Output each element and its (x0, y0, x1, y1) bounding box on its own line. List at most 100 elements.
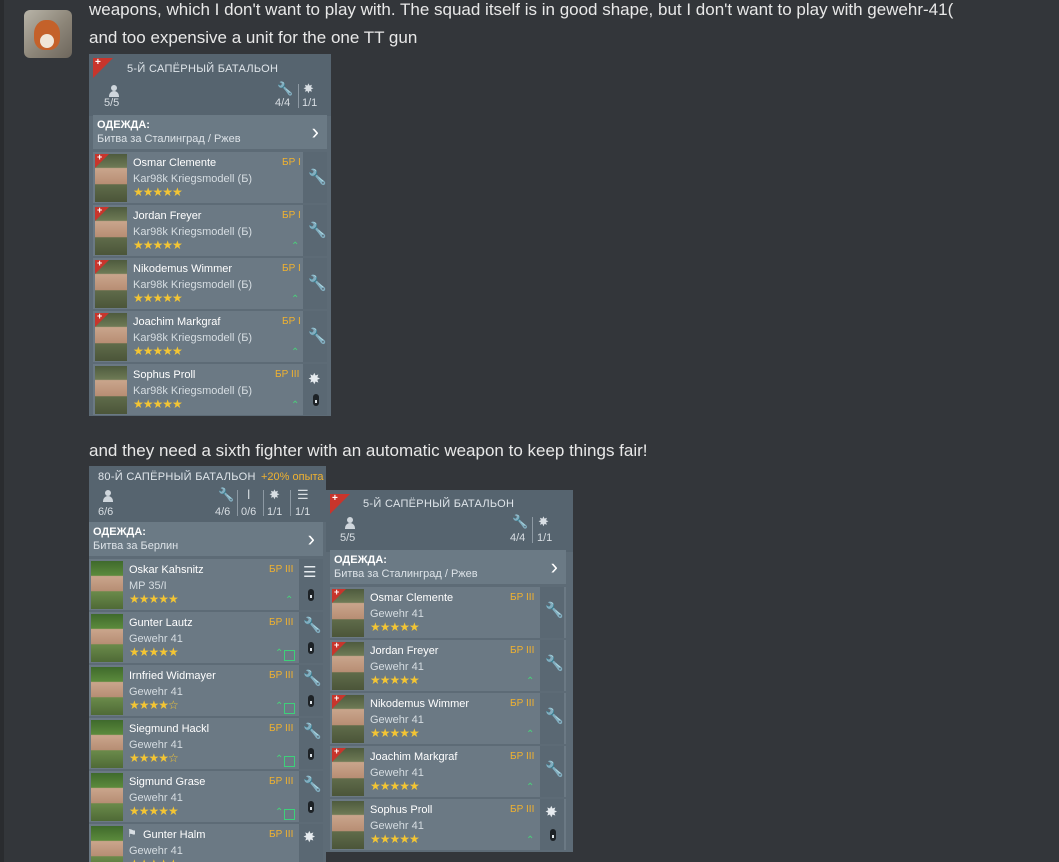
soldier-portrait (91, 773, 123, 821)
soldier-row[interactable]: + Jordan Freyer Kar98k Kriegsmodell (Б) … (93, 205, 327, 256)
squad-name: 80-Й САПЁРНЫЙ БАТАЛЬОН (98, 471, 256, 483)
battle-rating: БР III (269, 617, 294, 628)
soldier-rank-stars: ★★★★★ (370, 726, 420, 740)
soldier-name: Gunter Lautz (129, 617, 193, 629)
squad-screenshot-1[interactable]: + 5-Й САПЁРНЫЙ БАТАЛЬОН 5/5 🔧 4/4 ✸ 1/1 … (89, 54, 331, 416)
wrench-icon: 🔧 (308, 169, 327, 186)
outfit-label: ОДЕЖДА: (334, 554, 387, 566)
flame-icon: ✸ (545, 804, 558, 821)
soldier-row[interactable]: + Nikodemus Wimmer Kar98k Kriegsmodell (… (93, 258, 327, 309)
upgrade-arrow-icon: ⌃ (526, 676, 535, 687)
soldier-name: Osmar Clemente (133, 157, 217, 169)
soldier-weapon: Gewehr 41 (370, 714, 424, 726)
medic-cross-icon: + (334, 587, 340, 597)
soldier-name: Sophus Proll (133, 369, 196, 381)
post-text-line-1: weapons, which I don't want to play with… (89, 0, 954, 19)
soldier-row[interactable]: Oskar Kahsnitz MP 35/I ★★★★★ БР III ⌃ ☰ (89, 559, 323, 610)
outfit-selector[interactable]: ОДЕЖДА: Битва за Сталинград / Ржев › (93, 115, 327, 149)
soldier-row[interactable]: Sigmund Grase Gewehr 41 ★★★★★ БР III ⌃ 🔧 (89, 771, 323, 822)
soldier-name: Jordan Freyer (370, 645, 439, 657)
soldier-weapon: Gewehr 41 (129, 739, 183, 751)
soldier-row[interactable]: + Jordan Freyer Gewehr 41 ★★★★★ БР III ⌃… (330, 640, 566, 691)
wrench-icon: 🔧 (303, 776, 322, 793)
soldier-rank-stars: ★★★★★ (370, 673, 420, 687)
battle-rating: БР I (282, 263, 301, 274)
upgrade-arrow-icon: ⌃ (291, 347, 300, 358)
upgrade-arrow-icon: ⌃ (275, 648, 284, 659)
soldier-row[interactable]: Siegmund Hackl Gewehr 41 ★★★★☆ БР III ⌃ … (89, 718, 323, 769)
soldiers-count: 5/5 (340, 532, 356, 544)
soldier-row[interactable]: Sophus Proll Gewehr 41 ★★★★★ БР III ⌃ ✸ (330, 799, 566, 850)
battle-rating: БР III (269, 723, 294, 734)
upgrade-arrow-icon: ⌃ (291, 400, 300, 411)
soldier-portrait (91, 720, 123, 768)
upgrade-arrow-icon: ⌃ (275, 701, 284, 712)
soldier-rank-stars: ★★★★★ (133, 397, 183, 411)
user-avatar[interactable] (24, 10, 72, 58)
battle-rating: БР III (269, 829, 294, 840)
soldier-weapon: Gewehr 41 (129, 686, 183, 698)
wrench-icon: 🔧 (512, 514, 529, 529)
flame-icon: ✸ (308, 371, 321, 388)
outfit-selector[interactable]: ОДЕЖДА: Битва за Сталинград / Ржев › (330, 550, 566, 584)
soldier-rank-stars: ★★★★☆ (129, 698, 179, 712)
medic-cross-icon: + (334, 746, 340, 756)
upgrade-arrow-icon: ⌃ (275, 807, 284, 818)
soldier-weapon: Gewehr 41 (370, 608, 424, 620)
medic-cross-icon: + (334, 693, 340, 703)
soldier-row[interactable]: + Joachim Markgraf Kar98k Kriegsmodell (… (93, 311, 327, 362)
wrench-icon: 🔧 (308, 328, 327, 345)
soldier-row[interactable]: + Joachim Markgraf Gewehr 41 ★★★★★ БР II… (330, 746, 566, 797)
soldier-row[interactable]: Irnfried Widmayer Gewehr 41 ★★★★☆ БР III… (89, 665, 323, 716)
soldier-rank-stars: ★★★★★ (133, 238, 183, 252)
soldier-name: Sophus Proll (370, 804, 433, 816)
medic-cross-icon: + (334, 640, 340, 650)
soldier-weapon: Kar98k Kriegsmodell (Б) (133, 385, 253, 397)
soldier-rank-stars: ★★★★★ (129, 804, 179, 818)
perk-badge-icon (284, 809, 295, 820)
soldier-portrait (95, 366, 127, 414)
wrench-icon: 🔧 (303, 670, 322, 687)
soldier-row[interactable]: + Osmar Clemente Kar98k Kriegsmodell (Б)… (93, 152, 327, 203)
battle-rating: БР III (510, 698, 535, 709)
soldier-rank-stars: ★★★★★ (129, 592, 179, 606)
soldier-portrait (332, 801, 364, 849)
soldier-row[interactable]: + Nikodemus Wimmer Gewehr 41 ★★★★★ БР II… (330, 693, 566, 744)
squad-screenshot-3[interactable]: + 5-Й САПЁРНЫЙ БАТАЛЬОН 5/5 🔧 4/4 ✸ 1/1 … (326, 490, 573, 852)
chevron-right-icon: › (311, 119, 319, 144)
medic-cross-icon: + (97, 311, 103, 321)
flame-icon: ✸ (538, 514, 549, 529)
squad-header: + 5-Й САПЁРНЫЙ БАТАЛЬОН 5/5 🔧 4/4 ✸ 1/1 (326, 490, 573, 552)
medic-cross-icon: + (97, 152, 103, 162)
outfit-selector[interactable]: ОДЕЖДА: Битва за Берлин › (89, 522, 323, 556)
battle-rating: БР III (510, 645, 535, 656)
left-rail (0, 0, 4, 862)
battle-rating: БР III (269, 564, 294, 575)
perk-badge-icon (284, 650, 295, 661)
machinegunners-count: 0/6 (241, 506, 257, 518)
divider (298, 84, 299, 108)
divider (290, 490, 291, 516)
soldier-name: Oskar Kahsnitz (129, 564, 204, 576)
outfit-label: ОДЕЖДА: (93, 526, 146, 538)
soldier-row[interactable]: Gunter Halm ⚑ Gewehr 41 ★★★★★ БР III ✸ (89, 824, 323, 862)
soldier-name: Osmar Clemente (370, 592, 454, 604)
person-icon (103, 490, 113, 502)
battle-rating: БР III (269, 776, 294, 787)
chevron-right-icon: › (307, 526, 315, 551)
chevron-right-icon: › (550, 554, 558, 579)
soldiers-count: 5/5 (104, 97, 120, 109)
soldier-row[interactable]: Sophus Proll Kar98k Kriegsmodell (Б) ★★★… (93, 364, 327, 415)
perk-badge-icon (284, 703, 295, 714)
ammo-icon (308, 748, 314, 760)
upgrade-arrow-icon: ⌃ (526, 729, 535, 740)
soldier-name: Jordan Freyer (133, 210, 202, 222)
soldier-row[interactable]: Gunter Lautz Gewehr 41 ★★★★★ БР III ⌃ 🔧 (89, 612, 323, 663)
medic-cross-icon: + (97, 258, 103, 268)
soldier-row[interactable]: + Osmar Clemente Gewehr 41 ★★★★★ БР III … (330, 587, 566, 638)
divider (263, 490, 264, 516)
squad-screenshot-2[interactable]: 80-Й САПЁРНЫЙ БАТАЛЬОН +20% опыта 6/6 🔧 … (89, 466, 326, 862)
ammo-icon (308, 642, 314, 654)
wrench-icon: 🔧 (545, 655, 564, 672)
soldiers-count: 6/6 (98, 506, 114, 518)
